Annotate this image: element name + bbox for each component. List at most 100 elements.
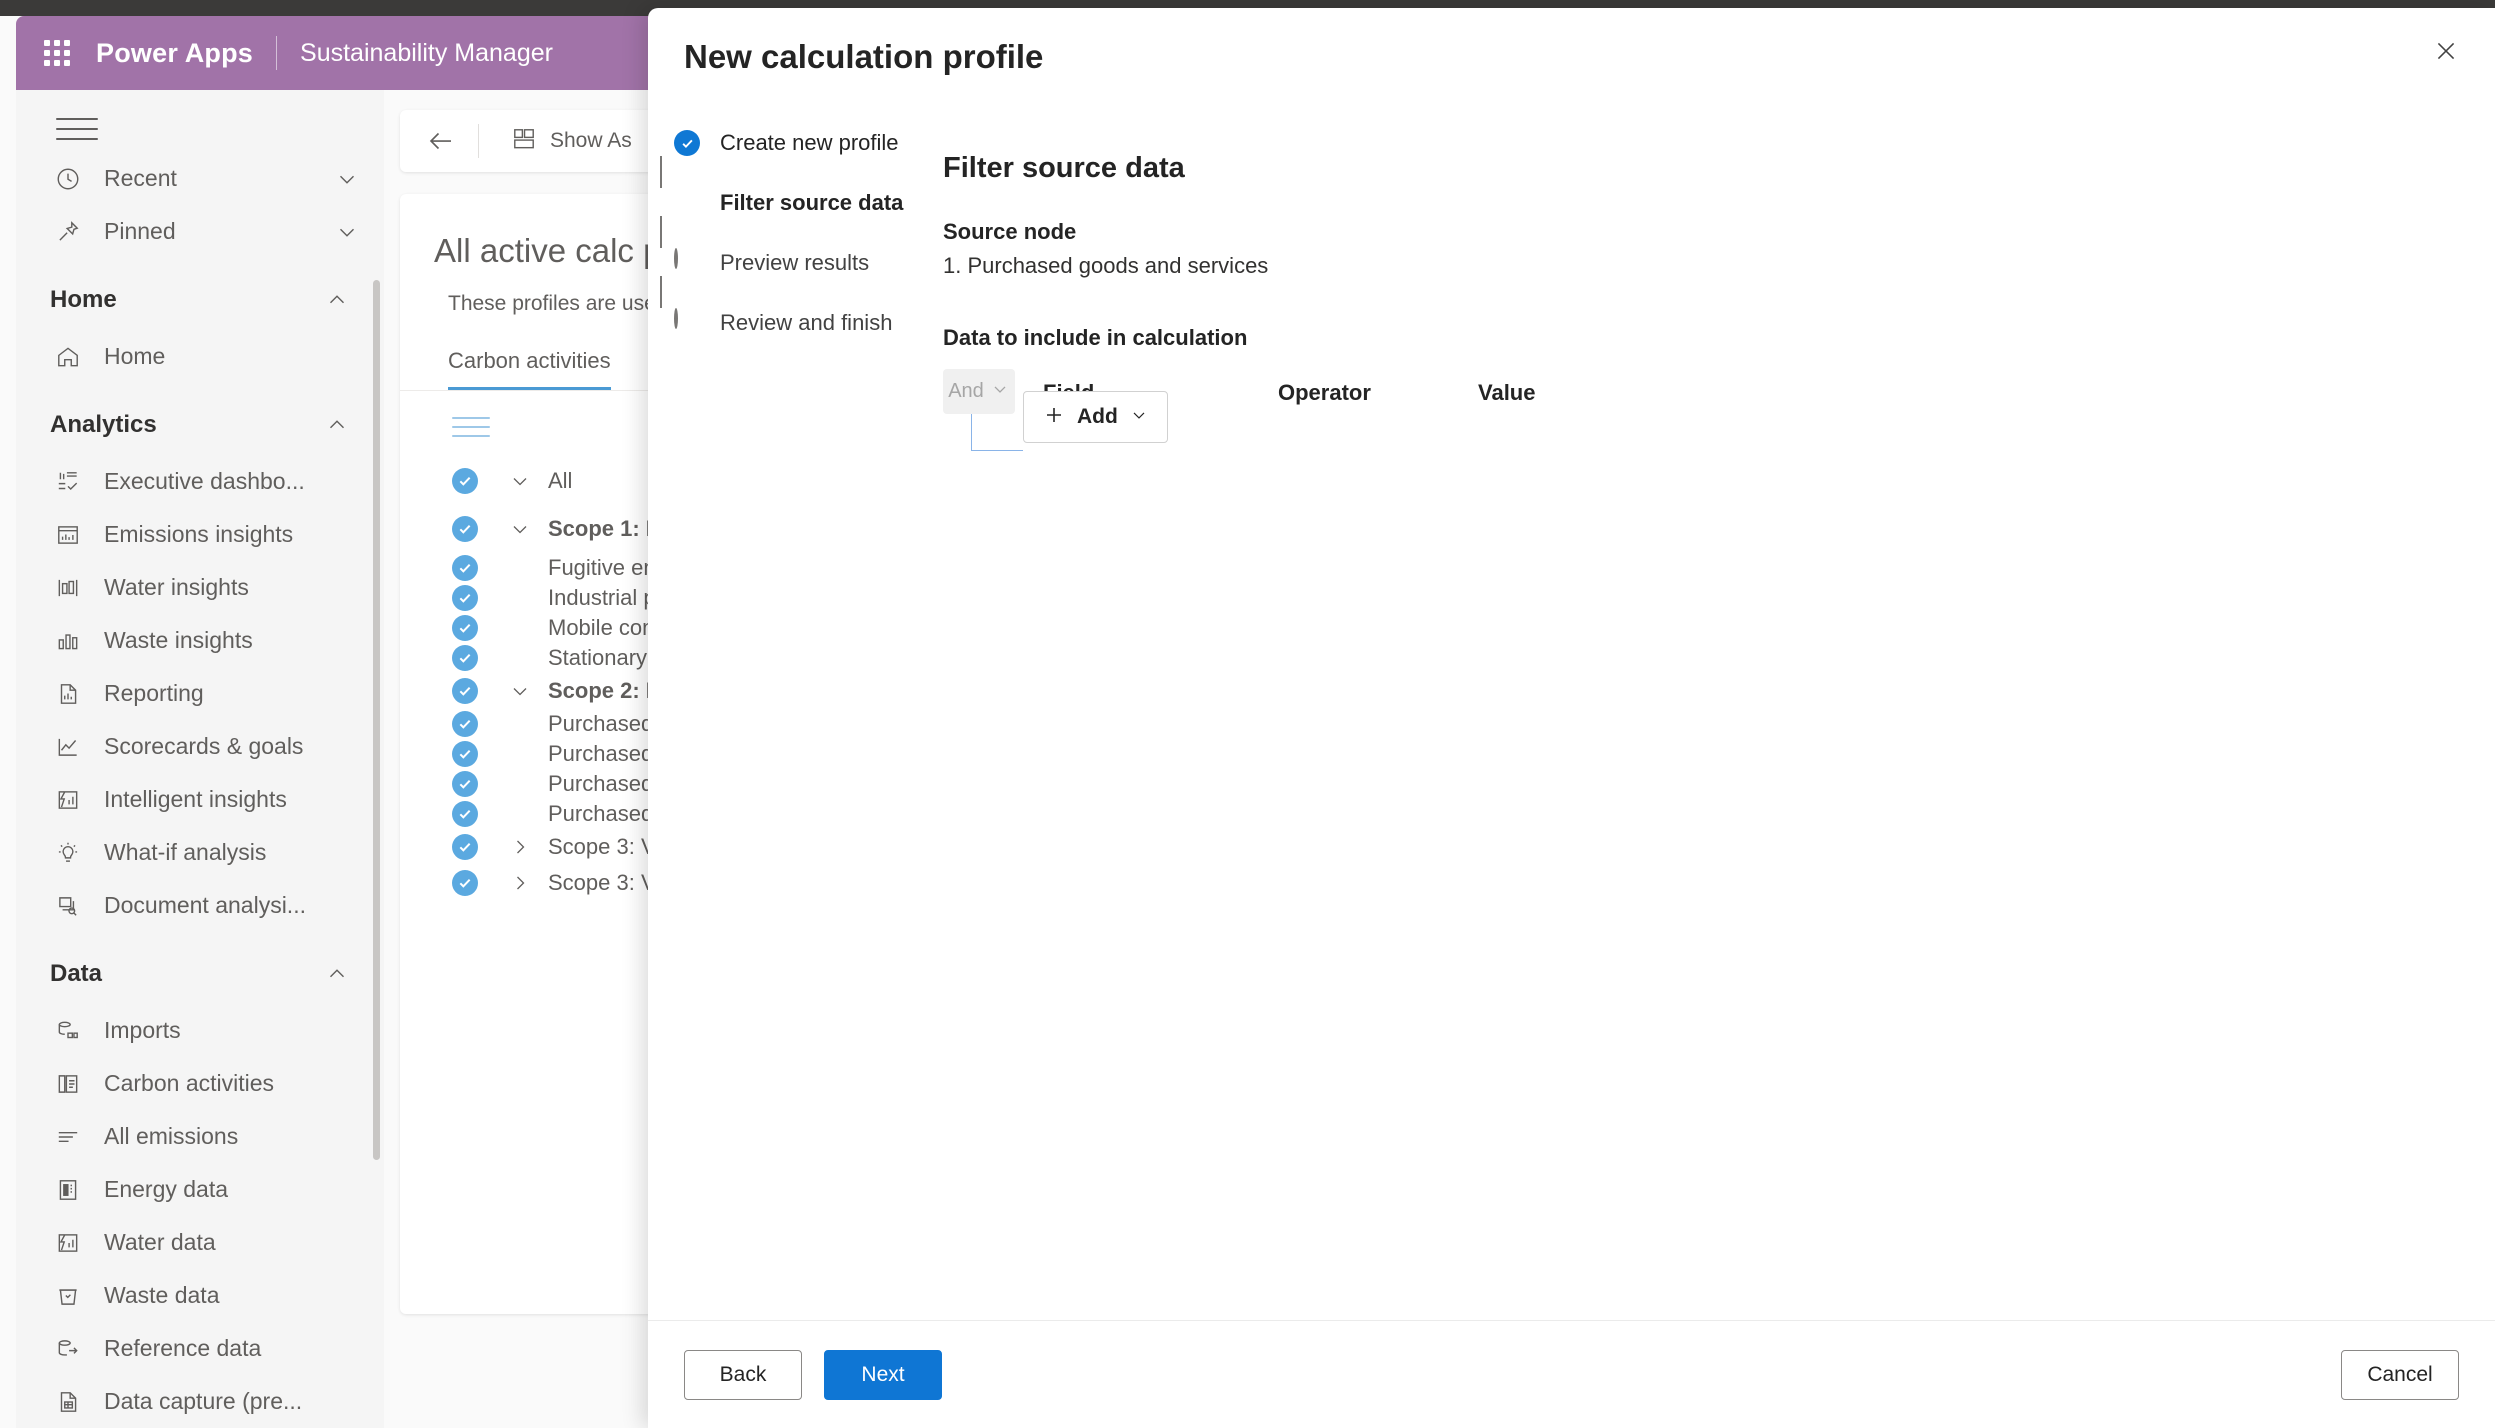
sidebar-item-data-capture[interactable]: Data capture (pre... xyxy=(16,1375,384,1428)
chevron-up-icon[interactable] xyxy=(324,287,350,313)
tree-list-icon[interactable] xyxy=(452,417,490,437)
chevron-right-icon[interactable] xyxy=(502,835,538,859)
dialog-main-panel: Filter source data Source node 1. Purcha… xyxy=(913,128,2495,1320)
chevron-down-icon[interactable] xyxy=(334,219,360,245)
sidebar-item-recent[interactable]: Recent xyxy=(16,152,384,205)
next-button[interactable]: Next xyxy=(824,1349,942,1400)
chevron-right-icon[interactable] xyxy=(502,871,538,895)
sidebar-item-label: Document analysi... xyxy=(104,892,306,918)
all-emissions-icon xyxy=(50,1122,86,1152)
sidebar-item-label: Emissions insights xyxy=(104,521,294,547)
sidebar-item-label: Waste data xyxy=(104,1282,220,1308)
step-status-current-icon xyxy=(674,190,700,216)
sidebar-item-all-emissions[interactable]: All emissions xyxy=(16,1110,384,1163)
scorecard-icon xyxy=(50,732,86,762)
sidebar-item-document-analysis[interactable]: Document analysi... xyxy=(16,879,384,932)
conjunction-label: And xyxy=(948,380,984,402)
imports-icon xyxy=(50,1016,86,1046)
back-button[interactable]: Back xyxy=(684,1349,802,1400)
sidebar-group-home[interactable]: Home xyxy=(16,270,384,330)
checkbox-checked-icon[interactable] xyxy=(452,801,478,827)
app-name[interactable]: Sustainability Manager xyxy=(300,39,553,68)
checkbox-checked-icon[interactable] xyxy=(452,771,478,797)
sidebar-item-water-data[interactable]: Water data xyxy=(16,1216,384,1269)
tab-carbon-activities[interactable]: Carbon activities xyxy=(448,348,611,390)
checkbox-checked-icon[interactable] xyxy=(452,678,478,704)
data-capture-icon xyxy=(50,1387,86,1417)
sidebar-item-carbon-activities[interactable]: Carbon activities xyxy=(16,1057,384,1110)
chevron-down-icon[interactable] xyxy=(334,166,360,192)
chevron-down-icon[interactable] xyxy=(502,679,538,703)
checkbox-checked-icon[interactable] xyxy=(452,645,478,671)
chevron-down-icon[interactable] xyxy=(502,469,538,493)
carbon-activities-icon xyxy=(50,1069,86,1099)
sidebar-item-water-insights[interactable]: Water insights xyxy=(16,561,384,614)
sidebar-item-label: Reference data xyxy=(104,1335,262,1361)
sidebar-item-scorecards-goals[interactable]: Scorecards & goals xyxy=(16,720,384,773)
step-status-todo-icon xyxy=(674,308,700,336)
sidebar-item-what-if-analysis[interactable]: What-if analysis xyxy=(16,826,384,879)
arrow-left-icon[interactable] xyxy=(422,122,460,160)
sidebar-item-label: All emissions xyxy=(104,1123,239,1149)
column-header-operator: Operator xyxy=(1278,380,1371,405)
checkbox-checked-icon[interactable] xyxy=(452,711,478,737)
lightbulb-icon xyxy=(50,838,86,868)
chevron-up-icon[interactable] xyxy=(324,961,350,987)
sidebar-item-imports[interactable]: Imports xyxy=(16,1004,384,1057)
chevron-down-icon[interactable] xyxy=(502,517,538,541)
source-node-label: Source node xyxy=(943,219,1077,244)
sidebar-item-executive-dashboard[interactable]: Executive dashbo... xyxy=(16,455,384,508)
hamburger-menu-icon[interactable] xyxy=(56,118,98,140)
plus-icon xyxy=(1042,403,1066,432)
checkbox-checked-icon[interactable] xyxy=(452,585,478,611)
conjunction-dropdown[interactable]: And xyxy=(943,369,1015,414)
checkbox-checked-icon[interactable] xyxy=(452,741,478,767)
command-bar-divider xyxy=(478,124,479,158)
sidebar-item-label: Reporting xyxy=(104,680,204,706)
sidebar-item-reference-data[interactable]: Reference data xyxy=(16,1322,384,1375)
step-review-and-finish[interactable]: Review and finish xyxy=(674,308,913,368)
filter-connector-line xyxy=(971,414,1023,451)
sidebar-item-label: What-if analysis xyxy=(104,839,267,865)
step-filter-source-data[interactable]: Filter source data xyxy=(674,188,913,248)
sidebar-item-emissions-insights[interactable]: Emissions insights xyxy=(16,508,384,561)
sidebar-group-data[interactable]: Data xyxy=(16,944,384,1004)
clock-icon xyxy=(50,164,86,194)
cancel-button[interactable]: Cancel xyxy=(2341,1349,2459,1400)
sidebar-item-label: Intelligent insights xyxy=(104,786,287,812)
chevron-up-icon[interactable] xyxy=(324,412,350,438)
sidebar-scrollbar[interactable] xyxy=(373,280,380,1160)
checkbox-checked-icon[interactable] xyxy=(452,555,478,581)
energy-data-icon xyxy=(50,1175,86,1205)
sidebar-nav-list: Recent Pinned Home Home Analytics Execut… xyxy=(16,152,384,1428)
add-condition-button[interactable]: Add xyxy=(1023,391,1168,443)
checkbox-checked-icon[interactable] xyxy=(452,615,478,641)
brand-title[interactable]: Power Apps xyxy=(96,38,253,69)
step-preview-results[interactable]: Preview results xyxy=(674,248,913,308)
chevron-down-icon xyxy=(990,379,1010,404)
sidebar-item-energy-data[interactable]: Energy data xyxy=(16,1163,384,1216)
app-launcher-icon[interactable] xyxy=(40,36,74,70)
sidebar-item-waste-insights[interactable]: Waste insights xyxy=(16,614,384,667)
close-icon[interactable] xyxy=(2421,26,2471,76)
checkbox-checked-icon[interactable] xyxy=(452,468,478,494)
sidebar-item-label: Carbon activities xyxy=(104,1070,275,1096)
sidebar-group-label: Analytics xyxy=(50,411,157,438)
column-header-value: Value xyxy=(1478,380,1536,405)
dialog-header: New calculation profile xyxy=(648,8,2495,128)
sidebar-item-waste-data[interactable]: Waste data xyxy=(16,1269,384,1322)
sidebar-item-label: Waste insights xyxy=(104,627,253,653)
sidebar-item-label: Water insights xyxy=(104,574,249,600)
sidebar-item-intelligent-insights[interactable]: Intelligent insights xyxy=(16,773,384,826)
step-status-todo-icon xyxy=(674,248,700,276)
sidebar-item-label: Pinned xyxy=(104,218,176,244)
sidebar-item-pinned[interactable]: Pinned xyxy=(16,205,384,258)
checkbox-checked-icon[interactable] xyxy=(452,834,478,860)
sidebar-item-home[interactable]: Home xyxy=(16,330,384,383)
sidebar-group-analytics[interactable]: Analytics xyxy=(16,395,384,455)
checkbox-checked-icon[interactable] xyxy=(452,516,478,542)
checkbox-checked-icon[interactable] xyxy=(452,870,478,896)
sidebar-item-reporting[interactable]: Reporting xyxy=(16,667,384,720)
home-icon xyxy=(50,342,86,372)
step-create-new-profile[interactable]: Create new profile xyxy=(674,128,913,188)
